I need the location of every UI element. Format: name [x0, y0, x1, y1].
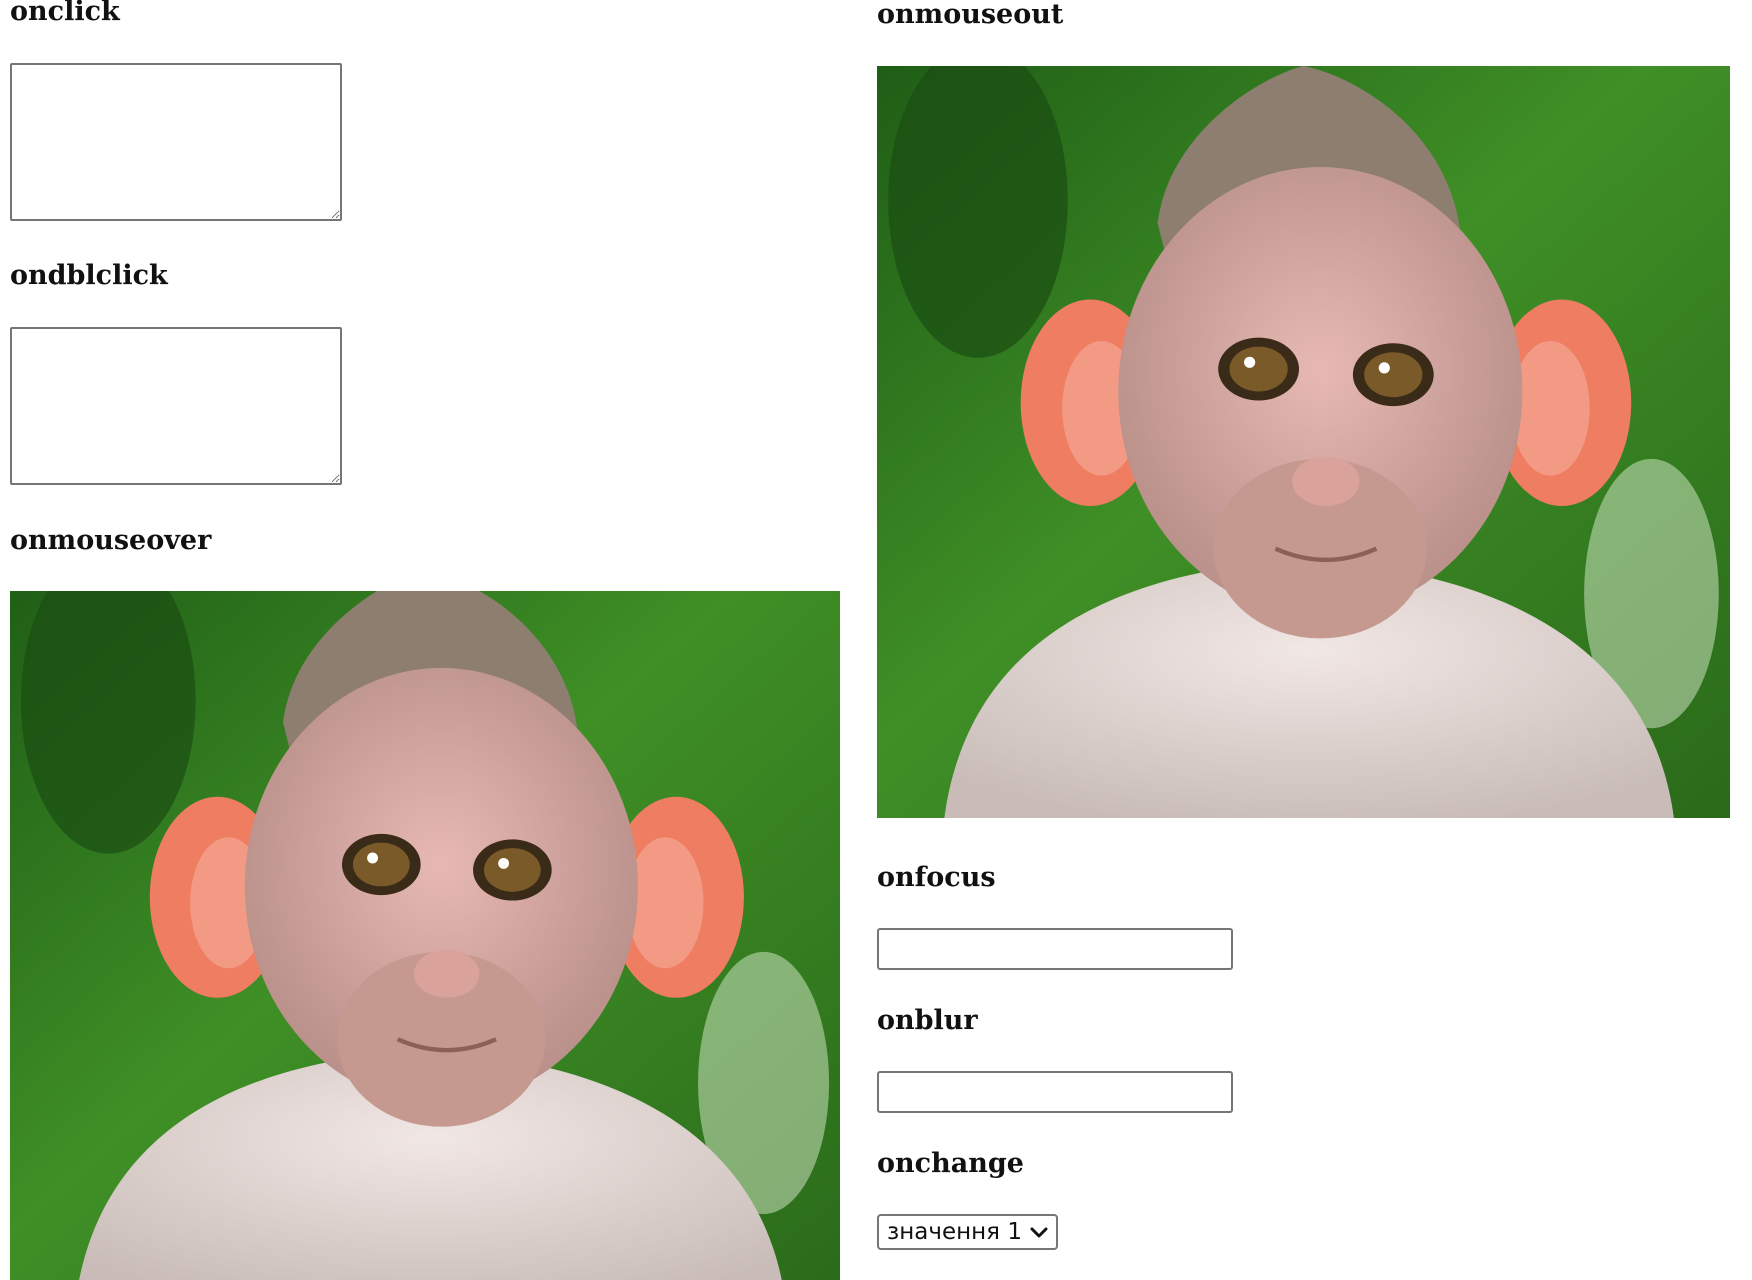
select-value: значення 1 — [887, 1219, 1022, 1245]
onchange-heading: onchange — [877, 1148, 1024, 1179]
monkey-photo-2 — [877, 66, 1730, 818]
onclick-heading: onclick — [10, 0, 120, 27]
ondblclick-textarea[interactable] — [10, 327, 342, 485]
onclick-textarea[interactable] — [10, 63, 342, 221]
onblur-heading: onblur — [877, 1005, 978, 1036]
monkey-photo — [10, 591, 840, 1280]
ondblclick-heading: ondblclick — [10, 260, 168, 291]
onmouseout-heading: onmouseout — [877, 0, 1064, 30]
onfocus-heading: onfocus — [877, 862, 996, 893]
onmouseover-monkey-image[interactable] — [10, 591, 840, 1280]
onmouseout-monkey-image[interactable] — [877, 66, 1730, 818]
onblur-input[interactable] — [877, 1071, 1233, 1113]
onchange-select[interactable]: значення 1 — [877, 1214, 1058, 1250]
chevron-down-icon — [1030, 1219, 1048, 1245]
onmouseover-heading: onmouseover — [10, 525, 212, 556]
onfocus-input[interactable] — [877, 928, 1233, 970]
